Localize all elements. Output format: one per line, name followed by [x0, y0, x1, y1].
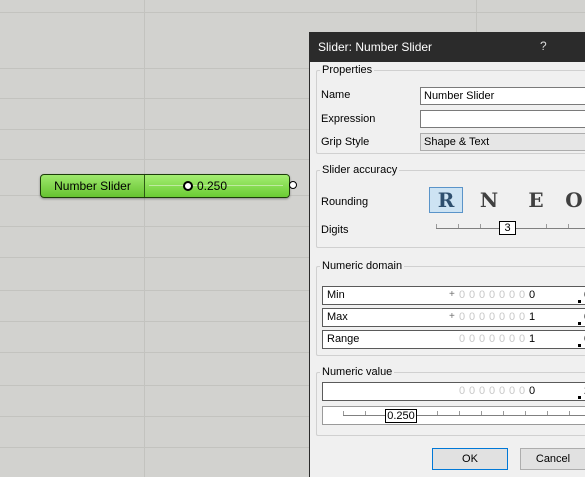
digit[interactable]: 0	[457, 311, 467, 323]
name-field[interactable]: Number Slider	[420, 87, 585, 105]
number-slider-name[interactable]: Number Slider	[41, 175, 145, 197]
digit[interactable]: 0	[517, 385, 527, 397]
help-button[interactable]: ?	[540, 39, 547, 53]
digit[interactable]: 0	[507, 333, 517, 345]
value-tick	[525, 411, 526, 415]
slider-accuracy-legend: Slider accuracy	[322, 164, 398, 176]
digit[interactable]: 0	[467, 311, 477, 323]
cancel-button[interactable]: Cancel	[520, 448, 585, 470]
digit[interactable]: 0	[497, 311, 507, 323]
digit[interactable]: 0	[517, 333, 527, 345]
digit[interactable]: 0	[507, 311, 517, 323]
domain-row-digits[interactable]: 00000000	[457, 289, 537, 301]
digit[interactable]: 0	[467, 385, 477, 397]
digit[interactable]: 0	[477, 289, 487, 301]
digit[interactable]: 1	[527, 311, 537, 323]
digit[interactable]: 0	[487, 385, 497, 397]
sign-toggle[interactable]: +	[449, 289, 455, 300]
numeric-value-field[interactable]: 00000000 2	[322, 382, 585, 401]
value-slider-track	[343, 415, 585, 416]
rounding-option-r[interactable]: R	[429, 187, 463, 213]
digit[interactable]: 0	[477, 333, 487, 345]
digit[interactable]: 0	[527, 289, 537, 301]
digit[interactable]: 0	[477, 311, 487, 323]
domain-row-max[interactable]: Max +000000010	[322, 308, 585, 327]
dialog-titlebar[interactable]: Slider: Number Slider ?	[310, 32, 585, 62]
grip-style-label: Grip Style	[321, 136, 370, 148]
digit[interactable]: 0	[507, 289, 517, 301]
digits-slider-thumb[interactable]: 3	[499, 221, 516, 235]
digit[interactable]: 0	[497, 289, 507, 301]
domain-row-digits[interactable]: 00000001	[457, 311, 537, 323]
digit[interactable]: 0	[457, 385, 467, 397]
ok-button[interactable]: OK	[432, 448, 508, 470]
value-tick	[437, 411, 438, 415]
value-tick	[343, 411, 344, 415]
digit[interactable]: 1	[527, 333, 537, 345]
numeric-value-group: Numeric value	[316, 366, 585, 436]
decimal-point	[578, 344, 581, 347]
value-tick	[481, 411, 482, 415]
domain-row-range[interactable]: Range 000000010	[322, 330, 585, 349]
digits-tick	[458, 224, 459, 228]
numeric-value-legend: Numeric value	[322, 366, 393, 378]
slider-settings-dialog: Slider: Number Slider ? Properties Name …	[309, 32, 585, 477]
value-tick	[365, 411, 366, 415]
grid-line	[144, 0, 145, 477]
digit[interactable]: 0	[467, 333, 477, 345]
digits-label: Digits	[321, 224, 349, 236]
value-slider[interactable]: 0.250	[322, 406, 585, 425]
digit[interactable]: 0	[527, 385, 537, 397]
expression-label: Expression	[321, 113, 376, 125]
domain-row-label: Max	[327, 311, 348, 323]
digit[interactable]: 0	[517, 311, 527, 323]
output-grip[interactable]	[289, 181, 297, 189]
value-tick	[459, 411, 460, 415]
grid-line	[0, 12, 585, 13]
digit[interactable]: 0	[517, 289, 527, 301]
domain-row-label: Range	[327, 333, 360, 345]
number-slider-value: 0.250	[197, 179, 228, 193]
name-label: Name	[321, 89, 351, 101]
digit[interactable]: 0	[457, 333, 467, 345]
properties-legend: Properties	[322, 64, 373, 76]
digit[interactable]: 0	[507, 385, 517, 397]
digits-tick	[480, 224, 481, 228]
digit[interactable]: 0	[487, 311, 497, 323]
decimal-point	[578, 322, 581, 325]
digit[interactable]: 0	[477, 385, 487, 397]
rounding-option-e[interactable]: E	[519, 187, 553, 213]
digit[interactable]: 0	[467, 289, 477, 301]
digit[interactable]: 0	[457, 289, 467, 301]
rounding-option-n[interactable]: N	[472, 187, 506, 213]
grip-style-dropdown[interactable]: Shape & Text	[420, 133, 585, 151]
rounding-option-o[interactable]: O	[562, 187, 585, 213]
decimal-point	[578, 396, 581, 399]
domain-row-label: Min	[327, 289, 345, 301]
digits-tick	[436, 224, 437, 228]
digit[interactable]: 0	[497, 385, 507, 397]
dialog-title: Slider: Number Slider	[318, 40, 433, 54]
domain-row-digits[interactable]: 00000001	[457, 333, 537, 345]
decimal-point	[578, 300, 581, 303]
digits-tick	[568, 224, 569, 228]
rounding-label: Rounding	[321, 196, 369, 208]
sign-toggle[interactable]: +	[449, 311, 455, 322]
number-slider-component[interactable]: Number Slider 0.250	[40, 174, 297, 198]
value-tick	[569, 411, 570, 415]
expression-field[interactable]	[420, 110, 585, 128]
digit[interactable]: 0	[497, 333, 507, 345]
number-slider-body[interactable]: Number Slider 0.250	[40, 174, 290, 198]
numeric-domain-legend: Numeric domain	[322, 260, 403, 272]
digit[interactable]: 0	[487, 333, 497, 345]
value-slider-thumb[interactable]: 0.250	[385, 409, 417, 423]
digits-tick	[546, 224, 547, 228]
value-tick	[547, 411, 548, 415]
value-tick	[503, 411, 504, 415]
numeric-value-digits[interactable]: 00000000	[457, 385, 537, 397]
digit[interactable]: 0	[487, 289, 497, 301]
domain-row-min[interactable]: Min +000000000	[322, 286, 585, 305]
number-slider-grip[interactable]	[183, 181, 193, 191]
